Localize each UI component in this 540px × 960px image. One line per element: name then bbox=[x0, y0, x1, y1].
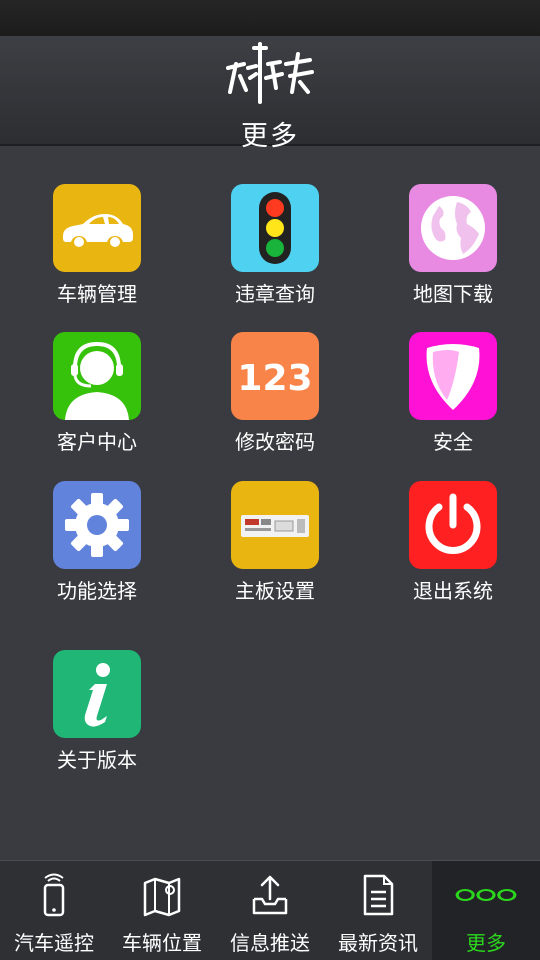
nav-label: 最新资讯 bbox=[338, 931, 418, 955]
nav-label: 车辆位置 bbox=[122, 931, 202, 955]
more-dots-icon bbox=[455, 889, 517, 901]
car-icon bbox=[53, 184, 141, 272]
shield-icon bbox=[409, 332, 497, 420]
password-123-icon: 123 bbox=[231, 332, 319, 420]
traffic-light-icon bbox=[231, 184, 319, 272]
nav-label: 汽车遥控 bbox=[14, 931, 94, 955]
info-icon bbox=[53, 650, 141, 738]
tile-label: 地图下载 bbox=[413, 282, 493, 306]
header: 更多 bbox=[0, 36, 540, 152]
brand-logo bbox=[226, 42, 314, 104]
svg-text:123: 123 bbox=[237, 358, 312, 399]
tile-about-version[interactable]: 关于版本 bbox=[47, 650, 147, 772]
tile-board-settings[interactable]: 主板设置 bbox=[225, 481, 325, 603]
tile-label: 安全 bbox=[433, 430, 473, 454]
globe-icon bbox=[409, 184, 497, 272]
tile-exit-system[interactable]: 退出系统 bbox=[403, 481, 503, 603]
tile-map-download[interactable]: 地图下载 bbox=[403, 184, 503, 306]
status-bar bbox=[0, 0, 540, 36]
power-icon bbox=[409, 481, 497, 569]
tile-security[interactable]: 安全 bbox=[403, 332, 503, 454]
tile-change-password[interactable]: 123 修改密码 bbox=[225, 332, 325, 454]
nav-label: 信息推送 bbox=[230, 931, 310, 955]
customer-service-icon bbox=[53, 332, 141, 420]
gear-icon bbox=[53, 481, 141, 569]
nav-more[interactable]: 更多 bbox=[432, 861, 540, 960]
nav-label: 更多 bbox=[466, 931, 506, 955]
tile-label: 关于版本 bbox=[57, 748, 137, 772]
map-location-icon bbox=[143, 877, 181, 917]
remote-control-icon bbox=[43, 873, 65, 917]
tile-violation-query[interactable]: 违章查询 bbox=[225, 184, 325, 306]
nav-latest-news[interactable]: 最新资讯 bbox=[324, 861, 432, 960]
tile-label: 功能选择 bbox=[57, 579, 137, 603]
document-icon bbox=[363, 874, 394, 916]
upload-tray-icon bbox=[252, 875, 288, 915]
tile-label: 退出系统 bbox=[413, 579, 493, 603]
nav-info-push[interactable]: 信息推送 bbox=[216, 861, 324, 960]
nav-car-remote[interactable]: 汽车遥控 bbox=[0, 861, 108, 960]
tile-label: 违章查询 bbox=[235, 282, 315, 306]
feature-grid: 车辆管理 违章查询 地图下载 客户中心 123 修改密码 安全 功能选择 主板设… bbox=[0, 148, 540, 860]
bottom-navigation: 汽车遥控 车辆位置 信息推送 最新资讯 更多 bbox=[0, 860, 540, 960]
circuit-board-icon bbox=[231, 481, 319, 569]
tile-vehicle-management[interactable]: 车辆管理 bbox=[47, 184, 147, 306]
tile-label: 客户中心 bbox=[57, 430, 137, 454]
tile-label: 修改密码 bbox=[235, 430, 315, 454]
nav-vehicle-location[interactable]: 车辆位置 bbox=[108, 861, 216, 960]
tile-label: 车辆管理 bbox=[57, 282, 137, 306]
tile-function-select[interactable]: 功能选择 bbox=[47, 481, 147, 603]
tile-customer-center[interactable]: 客户中心 bbox=[47, 332, 147, 454]
tile-label: 主板设置 bbox=[235, 579, 315, 603]
